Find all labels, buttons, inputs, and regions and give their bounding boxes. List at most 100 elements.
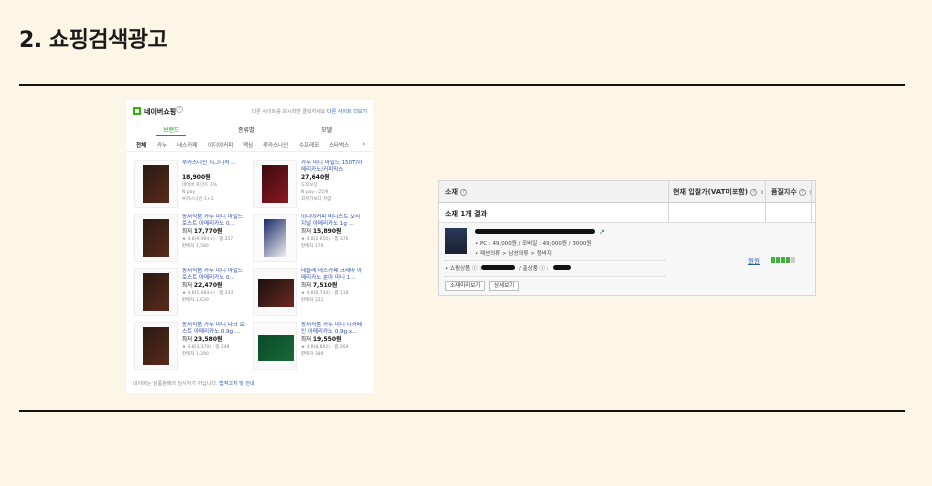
product-thumbnail[interactable] <box>134 160 178 208</box>
header-note: 다른 사이트를 보시려면 클릭하세요 다른 사이트 더보기 <box>252 108 367 115</box>
product-meta: 판매처 1,630 <box>182 298 209 303</box>
product-card[interactable]: 루카스나인 시그니처 ... 18,900원 네이버 포인트 1% N pay … <box>128 158 246 212</box>
product-name[interactable]: 동서식품 카누 미니 디카페인 아메리카노 0.9g x... <box>301 322 365 336</box>
chevron-right-icon[interactable]: › <box>362 140 365 148</box>
filter-all[interactable]: 전체 <box>136 141 146 149</box>
product-meta: 판매처 1,580 <box>182 244 209 249</box>
brand-name: 네이버쇼핑 <box>144 108 177 116</box>
product-name[interactable]: 네슬레 네스카페 크레마 아메리카노 분아 미니 1... <box>301 268 365 282</box>
item-category-line: • 패션의류 > 남성의류 > 청바지 <box>475 251 552 257</box>
quality-segment <box>776 257 780 263</box>
help-icon[interactable]: ? <box>460 188 468 196</box>
product-thumbnail[interactable] <box>134 214 178 262</box>
product-thumbnail[interactable] <box>134 268 178 316</box>
product-name[interactable]: 이디야커피 비니스트 오리지널 아메리카노 1g ... <box>301 214 365 228</box>
product-name[interactable]: 동서식품 카누 미니 마일드 로스트 아메리카노 0... <box>182 214 246 228</box>
product-meta: 도착보장 <box>301 183 318 188</box>
more-sites-link[interactable]: 다른 사이트 더보기 <box>327 109 367 115</box>
product-thumbnail[interactable] <box>445 228 467 254</box>
ad-manager-table: 소재 ? 현재 입찰가(VAT미포함) ? ⇕ 품질지수 ? ⇕ 소재 1개 결… <box>438 180 816 296</box>
result-count: 소재 1개 결과 <box>445 210 487 218</box>
preview-button[interactable]: 소재미리보기 <box>445 281 486 291</box>
product-thumbnail[interactable] <box>253 268 297 316</box>
quality-segment <box>771 257 775 263</box>
product-price: 최저 7,510원 <box>301 282 338 289</box>
product-price: 최저 15,890원 <box>301 228 342 235</box>
product-thumbnail[interactable] <box>253 322 297 370</box>
product-price: 최저 22,470원 <box>182 282 223 289</box>
tab-brand[interactable]: 브랜드 <box>163 125 180 134</box>
product-meta: ★ 4.8(9,984+) · 찜 257 <box>182 237 234 242</box>
filter-item[interactable]: 맥심 <box>243 141 253 149</box>
tab-model[interactable]: 모델 <box>321 125 332 134</box>
shopping-header: 네이버쇼핑 ? 다른 사이트를 보시려면 클릭하세요 다른 사이트 더보기 <box>126 100 373 120</box>
product-meta: N pay <box>182 190 196 195</box>
active-tab-indicator <box>156 135 186 136</box>
sort-icon[interactable]: ⇕ <box>760 190 764 196</box>
product-meta: N pay · 25개 <box>301 190 329 195</box>
product-price: 27,640원 <box>301 174 330 181</box>
legal-notice-text: 네이버는 상품판매의 당사자가 아닙니다. <box>133 381 218 387</box>
product-card[interactable]: 카누 미니 마일드 150T/아메리카노/커피믹스 27,640원 도착보장 N… <box>247 158 365 212</box>
product-meta: ★ 4.8(6,734) · 찜 118 <box>301 291 349 296</box>
slide-title: 2. 쇼핑검색광고 <box>19 28 168 53</box>
product-meta: 루카스나인 1+1 <box>182 197 214 202</box>
product-price: 18,900원 <box>182 174 211 181</box>
detail-button[interactable]: 상세보기 <box>489 281 520 291</box>
table-header: 소재 ? 현재 입찰가(VAT미포함) ? ⇕ 품질지수 ? ⇕ <box>439 181 815 203</box>
redacted-item-name <box>475 229 595 234</box>
product-thumbnail[interactable] <box>253 214 297 262</box>
product-card[interactable]: 동서식품 카누 미니 마일드 로스트 아메리카노 0... 최저 17,770원… <box>128 212 246 266</box>
filter-item[interactable]: 루카스나인 <box>263 141 288 149</box>
filter-item[interactable]: 네스카페 <box>177 141 197 149</box>
product-price: 최저 23,580원 <box>182 336 223 343</box>
product-card[interactable]: 이디야커피 비니스트 오리지널 아메리카노 1g ... 최저 15,890원 … <box>247 212 365 266</box>
product-card[interactable]: 동서식품 카누 미니 마일드 로스트 아메리카노 0... 최저 22,470원… <box>128 266 246 320</box>
external-link-icon[interactable]: ↗ <box>599 228 605 236</box>
help-icon[interactable]: ? <box>799 188 807 196</box>
row-divider <box>445 276 665 277</box>
product-card[interactable]: 네슬레 네스카페 크레마 아메리카노 분아 미니 1... 최저 7,510원 … <box>247 266 365 320</box>
filter-item[interactable]: 수프레모 <box>299 141 319 149</box>
info-icon[interactable]: ? <box>176 106 183 113</box>
product-meta: ★ 4.8(8,892) · 찜 269 <box>301 345 349 350</box>
shopping-search-panel: 네이버쇼핑 ? 다른 사이트를 보시려면 클릭하세요 다른 사이트 더보기 브랜… <box>126 100 373 393</box>
result-count-row: 소재 1개 결과 <box>439 203 815 223</box>
quality-segment <box>781 257 785 263</box>
quality-index-bar <box>771 257 801 263</box>
mall-label-2: / 출상품 ⓘ : <box>519 266 549 272</box>
top-divider <box>19 84 905 86</box>
filter-item[interactable]: 스타벅스 <box>329 141 349 149</box>
product-meta: ★ 4.8(5,984+) · 찜 333 <box>182 291 234 296</box>
product-meta: ★ 4.8(2,650) · 찜 376 <box>301 237 349 242</box>
product-meta: 판매처 389 <box>301 352 324 357</box>
row-divider <box>445 260 665 261</box>
quality-segment <box>786 257 790 263</box>
product-name[interactable]: 동서식품 카누 미니 다크 로스트 아메리카노 0.9g ... <box>182 322 246 336</box>
product-card[interactable]: 동서식품 카누 미니 디카페인 아메리카노 0.9g x... 최저 19,55… <box>247 320 365 374</box>
product-meta: 판매처 221 <box>301 298 324 303</box>
table-row: ↗ • PC : 49,000원 / 모바일 : 49,000원 / 3000원… <box>439 223 815 295</box>
product-meta: 판매처 176 <box>301 244 324 249</box>
product-name[interactable]: 카누 미니 마일드 150T/아메리카노/커피믹스 <box>301 160 365 174</box>
brand-filter-row: 전체 카누 네스카페 이디야커피 맥심 루카스나인 수프레모 스타벅스 › <box>126 138 373 152</box>
redacted-mall-id <box>553 265 571 270</box>
product-name[interactable]: 루카스나인 시그니처 ... <box>182 160 246 174</box>
product-card[interactable]: 동서식품 카누 미니 다크 로스트 아메리카노 0.9g ... 최저 23,5… <box>128 320 246 374</box>
bottom-divider <box>19 410 905 412</box>
quality-segment <box>791 257 795 263</box>
filter-item[interactable]: 카누 <box>157 141 167 149</box>
column-header-item: 소재 ? <box>445 187 468 197</box>
product-meta: 최저가보다 저렴 <box>301 197 332 202</box>
product-price: 최저 19,550원 <box>301 336 342 343</box>
product-name[interactable]: 동서식품 카누 미니 마일드 로스트 아메리카노 0... <box>182 268 246 282</box>
tab-type[interactable]: 종류별 <box>238 125 255 134</box>
filter-item[interactable]: 이디야커피 <box>208 141 233 149</box>
product-thumbnail[interactable] <box>134 322 178 370</box>
redacted-mall-id <box>481 265 515 270</box>
legal-link[interactable]: 법적고지 및 안내 <box>219 381 254 387</box>
help-icon[interactable]: ? <box>750 188 758 196</box>
product-thumbnail[interactable] <box>253 160 297 208</box>
bid-value-link[interactable]: 원원 <box>748 255 760 265</box>
column-header-bid: 현재 입찰가(VAT미포함) ? ⇕ <box>673 188 765 196</box>
